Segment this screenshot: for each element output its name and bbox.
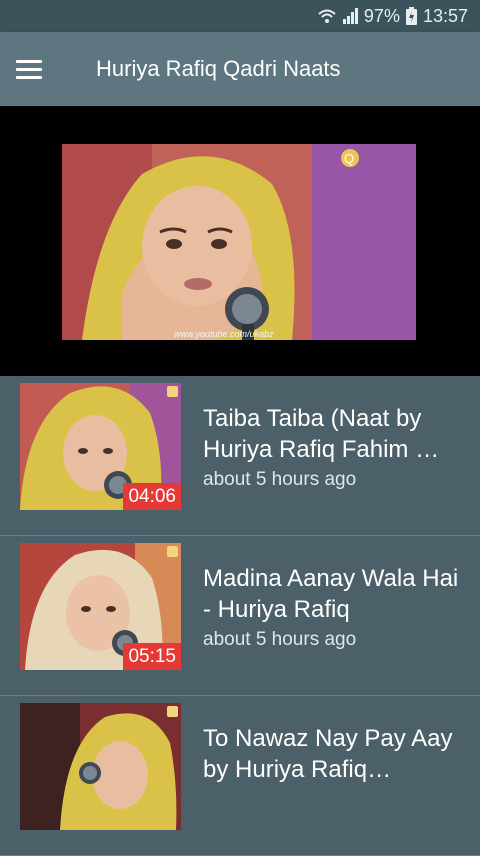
video-title: Madina Aanay Wala Hai - Huriya Rafiq	[203, 565, 459, 623]
clock: 13:57	[422, 5, 468, 26]
list-item[interactable]: 05:15 Madina Aanay Wala Hai - Huriya Raf…	[0, 536, 480, 696]
svg-text:Q: Q	[344, 151, 354, 166]
channel-logo-icon	[167, 386, 178, 397]
app-bar: Huriya Rafiq Qadri Naats	[0, 32, 480, 106]
battery-percent: 97%	[363, 5, 400, 26]
video-thumbnail[interactable]: 05:15	[20, 543, 181, 670]
list-item[interactable]: 04:06 Taiba Taiba (Naat by Huriya Rafiq …	[0, 376, 480, 536]
duration-badge: 05:15	[123, 643, 181, 670]
video-thumbnail[interactable]: 04:06	[20, 383, 181, 510]
video-timestamp: about 5 hours ago	[203, 469, 357, 490]
battery-icon	[405, 7, 417, 25]
video-list: 04:06 Taiba Taiba (Naat by Huriya Rafiq …	[0, 376, 480, 856]
app-title: Huriya Rafiq Qadri Naats	[96, 56, 341, 81]
video-player[interactable]: Q www.youtube.com/ukabz	[0, 106, 480, 376]
video-thumbnail[interactable]	[20, 703, 181, 830]
duration-badge: 04:06	[123, 483, 181, 510]
hamburger-menu-icon[interactable]	[16, 53, 48, 85]
video-timestamp: about 5 hours ago	[203, 629, 357, 650]
video-still-image: Q www.youtube.com/ukabz	[62, 144, 416, 340]
channel-logo-icon	[167, 546, 178, 557]
status-bar: 97% 13:57	[0, 0, 480, 32]
wifi-icon	[318, 8, 336, 24]
channel-logo-icon	[167, 706, 178, 717]
video-frame[interactable]: Q www.youtube.com/ukabz	[62, 144, 416, 340]
list-item[interactable]: To Nawaz Nay Pay Aay by Huriya Rafiq…	[0, 696, 480, 856]
video-title: To Nawaz Nay Pay Aay by Huriya Rafiq…	[203, 725, 453, 783]
video-title: Taiba Taiba (Naat by Huriya Rafiq Fahim …	[203, 405, 440, 463]
svg-text:www.youtube.com/ukabz: www.youtube.com/ukabz	[174, 329, 274, 339]
signal-icon	[342, 8, 358, 24]
